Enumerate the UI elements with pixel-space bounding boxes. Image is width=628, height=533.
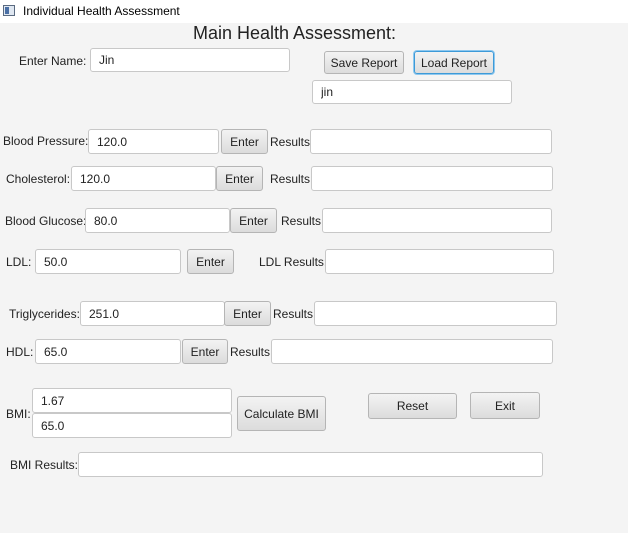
ldl-results-label: LDL Results:: [259, 255, 328, 269]
ldl-input[interactable]: [35, 249, 181, 274]
hdl-input[interactable]: [35, 339, 181, 364]
name-label: Enter Name:: [19, 54, 87, 68]
window-titlebar: Individual Health Assessment: [0, 0, 628, 23]
triglycerides-results-field[interactable]: [314, 301, 557, 326]
load-report-button[interactable]: Load Report: [414, 51, 494, 74]
cholesterol-input[interactable]: [71, 166, 216, 191]
page-title: Main Health Assessment:: [192, 23, 397, 43]
blood-pressure-enter-button[interactable]: Enter: [221, 129, 268, 154]
hdl-enter-button[interactable]: Enter: [182, 339, 228, 364]
ldl-label: LDL:: [6, 255, 32, 269]
blood-pressure-label: Blood Pressure:: [3, 134, 89, 148]
hdl-results-label: Results:: [230, 345, 274, 359]
calculate-bmi-button[interactable]: Calculate BMI: [237, 396, 326, 431]
hdl-results-field[interactable]: [271, 339, 553, 364]
cholesterol-results-label: Results:: [270, 172, 314, 186]
app-icon: [3, 5, 15, 16]
reset-button[interactable]: Reset: [368, 393, 457, 419]
triglycerides-enter-button[interactable]: Enter: [224, 301, 271, 326]
hdl-label: HDL:: [6, 345, 34, 359]
triglycerides-input[interactable]: [80, 301, 225, 326]
triglycerides-label: Triglycerides:: [9, 307, 80, 321]
blood-pressure-input[interactable]: [88, 129, 219, 154]
cholesterol-results-field[interactable]: [311, 166, 553, 191]
bmi-height-input[interactable]: [32, 388, 232, 413]
triglycerides-results-label: Results:: [273, 307, 317, 321]
bmi-results-label: BMI Results:: [10, 458, 79, 472]
report-file-input[interactable]: [312, 80, 512, 104]
blood-glucose-results-label: Results:: [281, 214, 325, 228]
blood-pressure-results-label: Results:: [270, 135, 314, 149]
save-report-button[interactable]: Save Report: [324, 51, 404, 74]
blood-pressure-results-field[interactable]: [310, 129, 552, 154]
bmi-results-field[interactable]: [78, 452, 543, 477]
cholesterol-label: Cholesterol:: [6, 172, 71, 186]
bmi-label: BMI:: [6, 407, 31, 421]
window-title: Individual Health Assessment: [23, 4, 180, 18]
bmi-weight-input[interactable]: [32, 413, 232, 438]
blood-glucose-enter-button[interactable]: Enter: [230, 208, 277, 233]
blood-glucose-label: Blood Glucose:: [5, 214, 87, 228]
exit-button[interactable]: Exit: [470, 392, 540, 419]
ldl-results-field[interactable]: [325, 249, 554, 274]
blood-glucose-results-field[interactable]: [322, 208, 552, 233]
name-input[interactable]: [90, 48, 290, 72]
ldl-enter-button[interactable]: Enter: [187, 249, 234, 274]
cholesterol-enter-button[interactable]: Enter: [216, 166, 263, 191]
blood-glucose-input[interactable]: [85, 208, 230, 233]
